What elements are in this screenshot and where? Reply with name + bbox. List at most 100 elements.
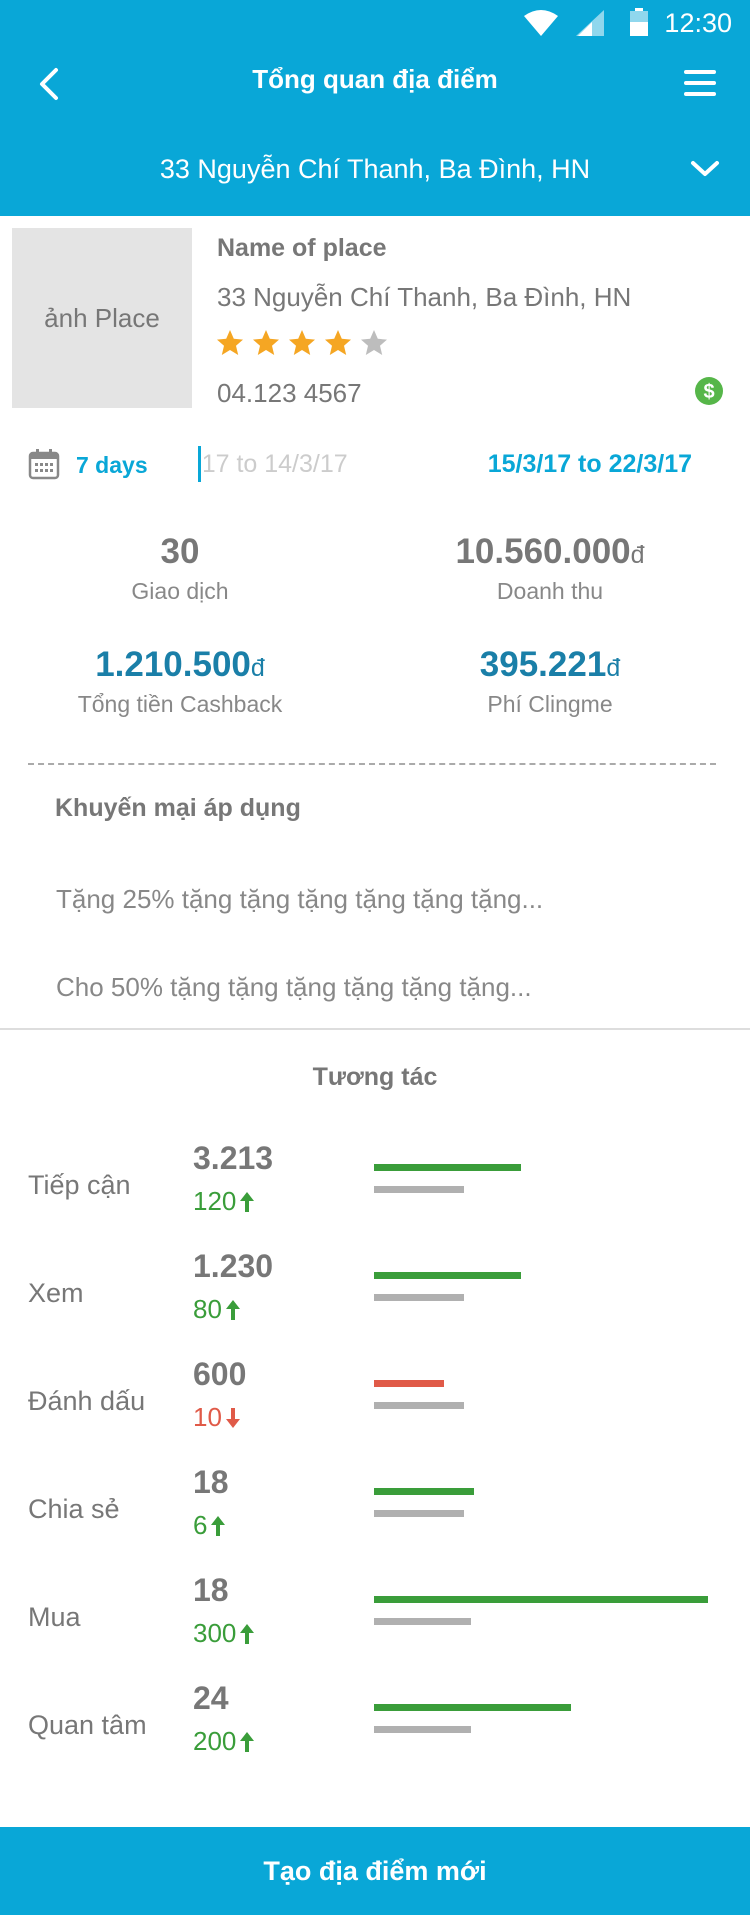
- stat-label: Phí Clingme: [487, 691, 613, 717]
- interactions-title: Tương tác: [312, 1063, 438, 1091]
- previous-date-range[interactable]: 8/3/17 to 14/3/17: [204, 450, 394, 479]
- interaction-value: 3.213: [193, 1140, 274, 1176]
- interaction-delta-value: 10: [193, 1402, 222, 1432]
- star-empty-icon: [361, 330, 387, 355]
- place-phone: 04.123 4567: [217, 378, 362, 408]
- interaction-value: 600: [193, 1356, 247, 1392]
- interaction-row: Tiếp cận 3.213 120: [0, 1140, 750, 1240]
- interaction-delta-value: 6: [193, 1510, 208, 1540]
- interaction-delta: 120: [193, 1186, 255, 1217]
- stat-revenue: 10.560.000đ Doanh thu: [370, 532, 730, 605]
- interaction-delta: 6: [193, 1510, 226, 1541]
- interaction-label: Xem: [28, 1278, 84, 1308]
- interaction-value: 1.230: [193, 1248, 274, 1284]
- address-selector[interactable]: 33 Nguyễn Chí Thanh, Ba Đình, HN: [0, 140, 750, 200]
- current-period-bar: [374, 1272, 521, 1279]
- star-filled-icon: [289, 330, 315, 355]
- previous-date-range-label: 8/3/17 to 14/3/17: [204, 450, 348, 478]
- star-filled-icon: [217, 330, 243, 355]
- previous-period-bar: [374, 1294, 464, 1301]
- date-range-row[interactable]: 7 days 8/3/17 to 14/3/17 15/3/17 to 22/3…: [0, 440, 750, 490]
- calendar-icon[interactable]: [28, 448, 60, 480]
- status-time: 12:30: [664, 8, 732, 38]
- place-card[interactable]: ảnh Place Name of place 33 Nguyễn Chí Th…: [0, 228, 750, 414]
- stat-value: 395.221đ: [370, 645, 730, 685]
- star-filled-icon: [325, 330, 351, 355]
- interaction-delta-value: 300: [193, 1618, 237, 1648]
- arrow-up-icon: [240, 1731, 255, 1752]
- stat-cashback: 1.210.500đ Tổng tiền Cashback: [0, 645, 360, 718]
- previous-period-bar: [374, 1402, 464, 1409]
- dashed-divider: [28, 763, 716, 765]
- stat-label: Doanh thu: [496, 578, 604, 604]
- stat-number: 10.560.000: [455, 532, 631, 571]
- current-period-bar: [374, 1596, 708, 1603]
- svg-text:$: $: [703, 381, 714, 403]
- dollar-icon: $: [695, 377, 723, 405]
- interaction-delta-value: 120: [193, 1186, 237, 1216]
- stat-value: 1.210.500đ: [0, 645, 360, 685]
- interaction-label: Mua: [28, 1602, 81, 1632]
- range-divider: [198, 446, 201, 482]
- arrow-up-icon: [240, 1191, 255, 1212]
- interaction-value: 24: [193, 1680, 229, 1716]
- interaction-delta-value: 80: [193, 1294, 222, 1324]
- interaction-row: Mua 18 300: [0, 1572, 750, 1672]
- stat-value: 30: [0, 532, 360, 572]
- previous-period-bar: [374, 1618, 471, 1625]
- hamburger-menu-icon[interactable]: [680, 66, 720, 100]
- current-period-bar: [374, 1488, 474, 1495]
- previous-period-bar: [374, 1186, 464, 1193]
- stat-number: 30: [160, 532, 200, 571]
- interaction-row: Chia sẻ 18 6: [0, 1464, 750, 1564]
- interaction-label: Tiếp cận: [28, 1170, 131, 1200]
- interaction-value: 18: [193, 1464, 229, 1500]
- arrow-up-icon: [240, 1623, 255, 1644]
- stat-label: Tổng tiền Cashback: [77, 691, 283, 717]
- stat-clingme-fee: 395.221đ Phí Clingme: [370, 645, 730, 718]
- promotions-title: Khuyến mại áp dụng: [55, 794, 301, 822]
- current-period-bar: [374, 1164, 521, 1171]
- wifi-icon: [524, 10, 558, 36]
- interaction-delta: 200: [193, 1726, 255, 1757]
- stat-value: 10.560.000đ: [370, 532, 730, 572]
- promotion-item[interactable]: Cho 50% tặng tặng tặng tặng tặng tặng...: [56, 972, 532, 1003]
- promotion-item[interactable]: Tặng 25% tặng tặng tặng tặng tặng tặng..…: [56, 884, 543, 915]
- previous-period-bar: [374, 1726, 471, 1733]
- arrow-down-icon: [225, 1407, 240, 1428]
- current-period-bar: [374, 1704, 571, 1711]
- interaction-value: 18: [193, 1572, 229, 1608]
- stat-unit: đ: [606, 654, 621, 682]
- signal-icon: [576, 10, 604, 36]
- stat-number: 1.210.500: [95, 645, 251, 684]
- address-selector-label: 33 Nguyễn Chí Thanh, Ba Đình, HN: [159, 154, 591, 184]
- battery-icon: [630, 8, 648, 36]
- stat-unit: đ: [250, 654, 265, 682]
- current-date-range[interactable]: 15/3/17 to 22/3/17: [488, 450, 692, 479]
- place-address: 33 Nguyễn Chí Thanh, Ba Đình, HN: [217, 282, 632, 312]
- arrow-up-icon: [225, 1299, 240, 1320]
- section-divider: [0, 1028, 750, 1030]
- arrow-up-icon: [211, 1515, 226, 1536]
- interaction-delta-value: 200: [193, 1726, 237, 1756]
- page-title: Tổng quan địa điểm: [252, 64, 498, 94]
- interaction-delta: 300: [193, 1618, 255, 1649]
- place-name: Name of place: [217, 234, 387, 262]
- interaction-label: Quan tâm: [28, 1710, 147, 1740]
- stat-transactions: 30 Giao dịch: [0, 532, 360, 605]
- interaction-label: Chia sẻ: [28, 1494, 120, 1524]
- interaction-row: Xem 1.230 80: [0, 1248, 750, 1348]
- place-image-placeholder: ảnh Place: [12, 228, 192, 408]
- current-period-bar: [374, 1380, 444, 1387]
- chevron-down-icon[interactable]: [688, 158, 722, 180]
- interaction-delta: 10: [193, 1402, 240, 1433]
- interaction-row: Quan tâm 24 200: [0, 1680, 750, 1780]
- star-filled-icon: [253, 330, 279, 355]
- period-selector[interactable]: 7 days: [76, 452, 148, 479]
- interaction-label: Đánh dấu: [28, 1386, 146, 1416]
- interaction-delta: 80: [193, 1294, 240, 1325]
- create-place-button[interactable]: Tạo địa điểm mới: [0, 1827, 750, 1915]
- previous-period-bar: [374, 1510, 464, 1517]
- interaction-row: Đánh dấu 600 10: [0, 1356, 750, 1456]
- stat-unit: đ: [630, 541, 645, 569]
